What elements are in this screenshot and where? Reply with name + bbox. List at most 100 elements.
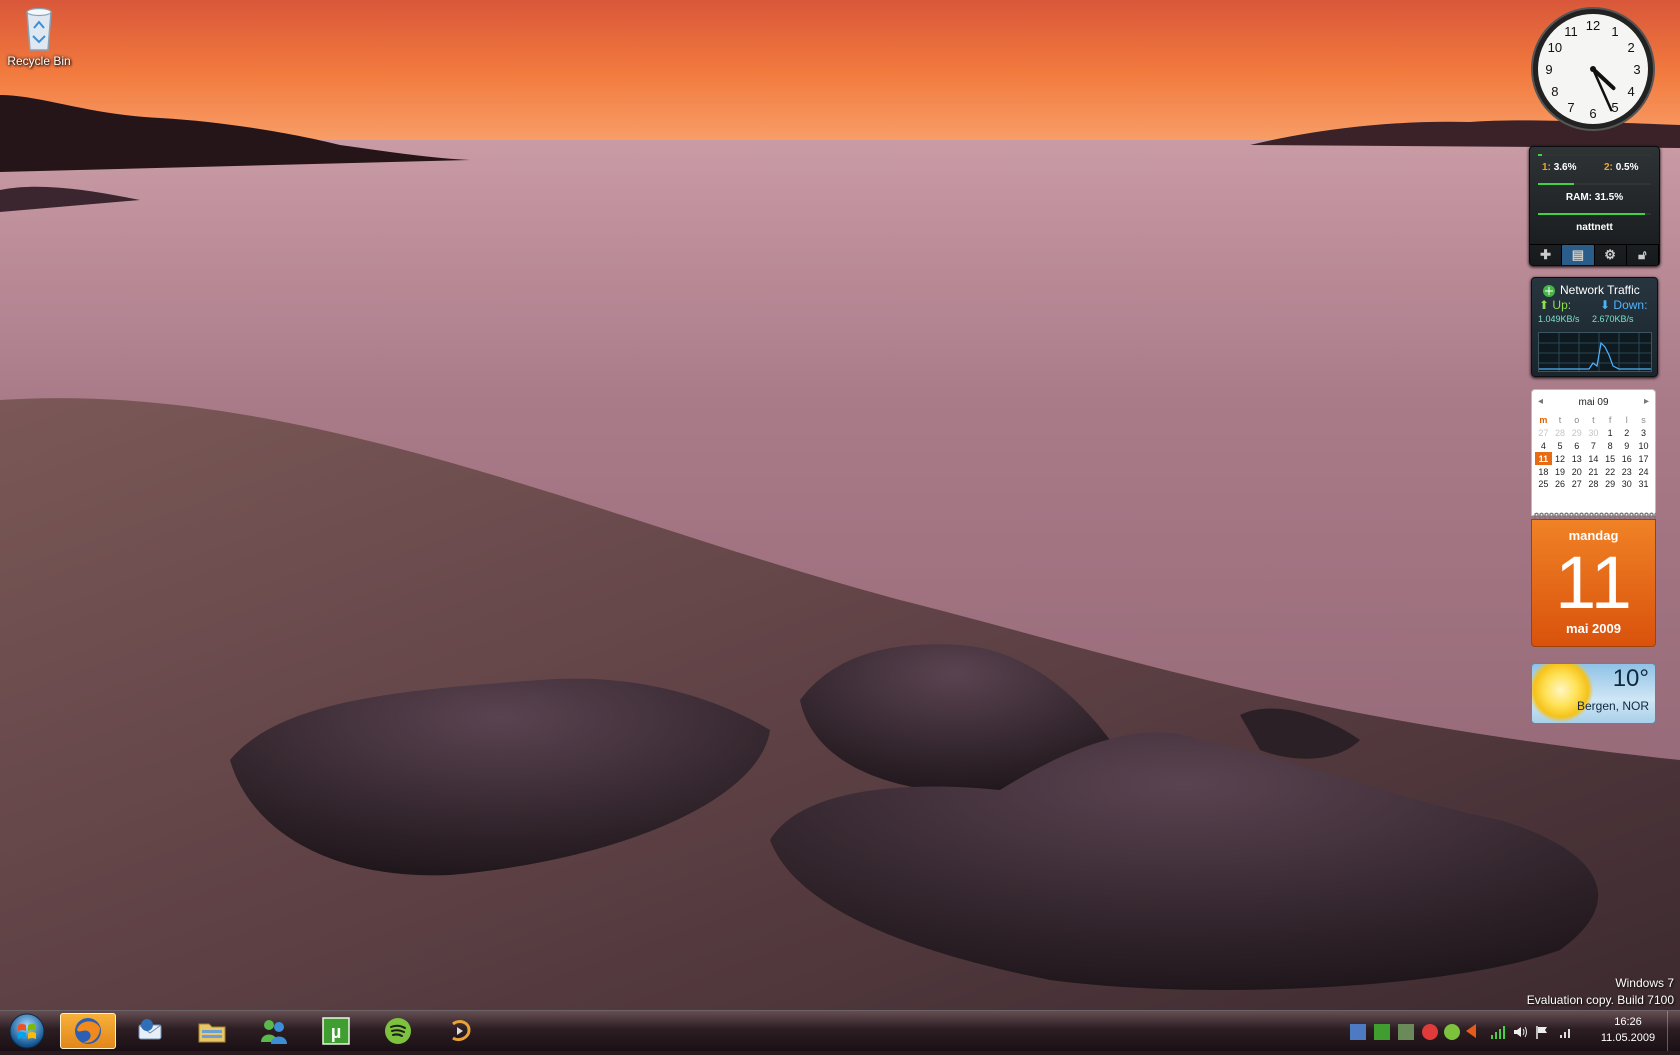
calendar-day[interactable]: 7 bbox=[1585, 440, 1602, 453]
cpu-meter-toolbar: ✚ ▤ ⚙ 🔓︎ bbox=[1530, 244, 1659, 265]
calendar-day[interactable]: 14 bbox=[1585, 452, 1602, 465]
day-number: 11 bbox=[1555, 541, 1632, 624]
watermark-os: Windows 7 bbox=[1615, 976, 1674, 990]
clock-numeral: 11 bbox=[1564, 24, 1578, 39]
add-icon[interactable]: ✚ bbox=[1530, 245, 1563, 265]
analog-clock-face: 1234567891011 12 bbox=[1531, 7, 1655, 131]
action-center-flag-icon[interactable] bbox=[1534, 1024, 1550, 1040]
lock-icon[interactable]: 🔓︎ bbox=[1627, 245, 1659, 265]
calendar-day[interactable]: 21 bbox=[1585, 465, 1602, 478]
clock-numeral: 3 bbox=[1633, 62, 1640, 77]
folder-icon bbox=[198, 1023, 226, 1043]
network-bar bbox=[1538, 213, 1651, 215]
calendar-day[interactable]: 9 bbox=[1618, 440, 1635, 453]
tray-monitor-icon[interactable] bbox=[1350, 1024, 1366, 1040]
calendar-day[interactable]: 4 bbox=[1535, 440, 1552, 453]
calendar-day[interactable]: 24 bbox=[1635, 465, 1652, 478]
calendar-day[interactable]: 29 bbox=[1568, 427, 1585, 440]
calendar-day[interactable]: 19 bbox=[1552, 465, 1569, 478]
down-arrow-icon: ⬇ bbox=[1600, 298, 1611, 312]
calendar-day[interactable]: 23 bbox=[1618, 465, 1635, 478]
calendar-day[interactable]: 25 bbox=[1535, 478, 1552, 491]
firefox-icon bbox=[75, 1018, 101, 1044]
calendar-grid: m t o t f l s 27 28 29 30 1 2 3 4 5 6 7 8 9 10 11 12 13 14 15 16 17… bbox=[1535, 414, 1652, 491]
taskbar-utorrent[interactable]: µ bbox=[308, 1013, 364, 1049]
clock-numeral: 10 bbox=[1548, 40, 1562, 55]
network-name: nattnett bbox=[1576, 222, 1613, 233]
calendar-day[interactable]: 30 bbox=[1618, 478, 1635, 491]
calendar-day[interactable]: 27 bbox=[1535, 427, 1552, 440]
clock-numeral: 5 bbox=[1611, 100, 1618, 115]
calendar-day[interactable]: 15 bbox=[1602, 452, 1619, 465]
tray-security-icon[interactable] bbox=[1398, 1024, 1414, 1040]
calendar-day[interactable]: 5 bbox=[1552, 440, 1569, 453]
taskbar-thunderbird[interactable] bbox=[122, 1013, 178, 1049]
ram-bar bbox=[1538, 183, 1651, 185]
taskbar-spotify[interactable] bbox=[370, 1013, 426, 1049]
calendar-day[interactable]: 1 bbox=[1602, 427, 1619, 440]
calendar-day[interactable]: 31 bbox=[1635, 478, 1652, 491]
month-year: mai 2009 bbox=[1566, 621, 1621, 636]
calendar-day[interactable]: 17 bbox=[1635, 452, 1652, 465]
calendar-day[interactable]: 26 bbox=[1552, 478, 1569, 491]
settings-icon[interactable]: ⚙ bbox=[1595, 245, 1627, 265]
taskbar-winamp[interactable] bbox=[432, 1013, 488, 1049]
spotify-icon bbox=[385, 1018, 411, 1044]
tray-winamp-icon[interactable] bbox=[1466, 1024, 1476, 1038]
system-tray bbox=[1344, 1013, 1604, 1049]
signal-strength-icon[interactable] bbox=[1490, 1024, 1506, 1040]
taskbar-explorer[interactable] bbox=[184, 1013, 240, 1049]
tray-utorrent-icon[interactable] bbox=[1374, 1024, 1390, 1040]
meter-view-icon[interactable]: ▤ bbox=[1562, 245, 1595, 265]
calendar-day[interactable]: 8 bbox=[1602, 440, 1619, 453]
calendar-day[interactable]: 18 bbox=[1535, 465, 1552, 478]
calendar-day-view: mandag 11 mai 2009 bbox=[1531, 519, 1656, 647]
next-month-icon[interactable]: ▸ bbox=[1644, 396, 1649, 407]
taskbar-clock[interactable]: 16:26 11.05.2009 bbox=[1588, 1014, 1668, 1046]
calendar-day[interactable]: 28 bbox=[1585, 478, 1602, 491]
network-bars-icon[interactable] bbox=[1558, 1024, 1574, 1040]
winamp-icon bbox=[452, 1020, 471, 1042]
calendar-day[interactable]: 2 bbox=[1618, 427, 1635, 440]
clock-gadget[interactable]: 1 2 3 4 5 6 7 8 9 10 11 12 bbox=[1530, 6, 1656, 132]
taskbar-messenger[interactable] bbox=[246, 1013, 302, 1049]
calendar-day[interactable]: 16 bbox=[1618, 452, 1635, 465]
weather-gadget[interactable]: 10° Bergen, NOR bbox=[1531, 663, 1656, 724]
network-traffic-title: Network Traffic bbox=[1560, 283, 1640, 297]
core1-bar bbox=[1538, 154, 1651, 156]
start-button[interactable] bbox=[2, 1012, 52, 1050]
calendar-day[interactable]: 27 bbox=[1568, 478, 1585, 491]
download-rate: 2.670KB/s bbox=[1592, 314, 1634, 324]
calendar-day[interactable]: 20 bbox=[1568, 465, 1585, 478]
calendar-day[interactable]: 13 bbox=[1568, 452, 1585, 465]
recycle-bin-shortcut[interactable]: Recycle Bin bbox=[4, 6, 74, 68]
watermark-build: Evaluation copy. Build 7100 bbox=[1526, 993, 1674, 1007]
show-desktop-button[interactable] bbox=[1667, 1011, 1680, 1051]
calendar-day[interactable]: 10 bbox=[1635, 440, 1652, 453]
calendar-day[interactable]: 22 bbox=[1602, 465, 1619, 478]
network-traffic-gadget[interactable]: Network Traffic ⬆ Up: ⬇ Down: 1.049KB/s … bbox=[1531, 277, 1658, 377]
tray-spotify-icon[interactable] bbox=[1444, 1024, 1460, 1040]
weather-location: Bergen, NOR bbox=[1576, 699, 1649, 713]
calendar-gadget[interactable]: ◂ mai 09 ▸ m t o t f l s 27 28 29 30 1 2 3 4 5 6 7 8 9 10 11 1… bbox=[1531, 389, 1656, 647]
ram-readout: RAM: 31.5% bbox=[1565, 192, 1624, 203]
calendar-day[interactable]: 11 bbox=[1535, 452, 1552, 466]
weekday-header: l bbox=[1625, 415, 1628, 426]
weather-temperature: 10° bbox=[1612, 665, 1649, 692]
calendar-day[interactable]: 3 bbox=[1635, 427, 1652, 440]
calendar-day[interactable]: 29 bbox=[1602, 478, 1619, 491]
volume-icon[interactable] bbox=[1512, 1024, 1528, 1040]
core1-value: 3.6% bbox=[1553, 162, 1577, 173]
up-label-text: Up: bbox=[1552, 298, 1572, 312]
taskbar-firefox[interactable] bbox=[60, 1013, 116, 1049]
calendar-day[interactable]: 30 bbox=[1585, 427, 1602, 440]
prev-month-icon[interactable]: ◂ bbox=[1538, 396, 1543, 407]
calendar-day[interactable]: 28 bbox=[1552, 427, 1569, 440]
cpu-meter-gadget[interactable]: 1: 3.6% 2: 0.5% RAM: 31.5% nattnett ✚ ▤ … bbox=[1529, 146, 1660, 266]
recycle-bin-label: Recycle Bin bbox=[7, 54, 71, 68]
core1-label: 1: bbox=[1542, 162, 1551, 173]
calendar-day[interactable]: 6 bbox=[1568, 440, 1585, 453]
tray-antivirus-icon[interactable] bbox=[1422, 1024, 1438, 1040]
recycle-bin-icon bbox=[26, 7, 52, 51]
calendar-day[interactable]: 12 bbox=[1552, 452, 1569, 465]
